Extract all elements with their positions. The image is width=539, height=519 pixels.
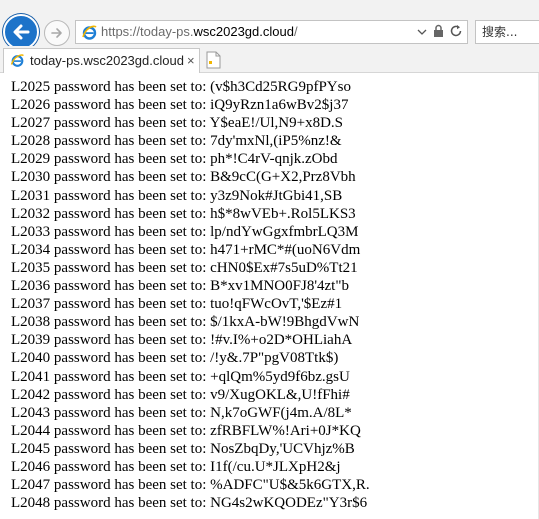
password-log-line: L2030 password has been set to: B&9cC(G+… [11,169,356,186]
password-log-line: L2048 password has been set to: NG4s2wKQ… [11,495,368,512]
address-input[interactable]: https://today-ps.wsc2023gd.cloud/ [75,20,468,44]
password-log-line: L2033 password has been set to: lp/ndYwG… [11,223,359,240]
password-log-line: L2034 password has been set to: h471+rMC… [11,241,361,258]
password-log-line: L2043 password has been set to: N,k7oGWF… [11,404,352,421]
password-log-line: L2047 password has been set to: %ADFC"U$… [11,477,370,494]
back-button[interactable] [3,14,39,50]
password-log-line: L2044 password has been set to: zfRBFLW%… [11,422,361,439]
password-log-line: L2041 password has been set to: +qlQm%5y… [11,368,350,385]
password-log-line: L2036 password has been set to: B*xv1MNO… [11,278,349,295]
tab-close-button[interactable]: × [187,53,195,69]
password-log-line: L2032 password has been set to: h$*8wVEb… [11,205,356,222]
ie-logo-icon [82,25,97,40]
password-log-line: L2046 password has been set to: I1f(/cu.… [11,458,341,475]
password-log-line: L2040 password has been set to: /!y&.7P"… [11,350,339,367]
password-log-line: L2025 password has been set to: (v$h3Cd2… [11,79,351,95]
search-placeholder: 搜索... [482,25,518,39]
password-log-line: L2042 password has been set to: v9/XugOK… [11,386,350,403]
ie-tab-icon [10,54,24,67]
password-log-line: L2026 password has been set to: iQ9yRzn1… [11,97,349,114]
password-log-line: L2031 password has been set to: y3z9Nok#… [11,187,343,204]
password-log-line: L2037 password has been set to: tuo!qFWc… [11,296,343,313]
active-tab[interactable]: today-ps.wsc2023gd.cloud × [3,48,200,73]
url-text: https://today-ps.wsc2023gd.cloud/ [101,24,298,40]
search-input[interactable]: 搜索... [475,20,539,44]
password-log-line: L2038 password has been set to: $/1kxA-b… [11,314,360,331]
refresh-icon[interactable] [450,24,463,38]
lock-icon[interactable] [433,24,444,38]
password-log-line: L2029 password has been set to: ph*!C4rV… [11,151,338,168]
address-tools [417,24,463,38]
password-log-line: L2027 password has been set to: Y$eaE!/U… [11,115,344,132]
dropdown-icon[interactable] [417,24,427,38]
password-log-line: L2028 password has been set to: 7dy'mxNl… [11,133,342,150]
tab-strip: today-ps.wsc2023gd.cloud × [0,46,539,73]
new-tab-icon[interactable] [205,51,222,69]
tab-title: today-ps.wsc2023gd.cloud [30,53,184,68]
url-suffix: / [293,24,298,39]
password-log-line: L2035 password has been set to: cHN0$Ex#… [11,259,358,276]
forward-arrow-icon [51,28,62,38]
page-content: L2025 password has been set to: (v$h3Cd2… [11,78,539,512]
password-log-line: L2039 password has been set to: !#v.I%+o… [11,332,353,349]
url-prefix: https://today-ps. [101,24,194,39]
url-domain: wsc2023gd.cloud [193,24,294,39]
back-arrow-icon [13,24,30,40]
password-log-line: L2045 password has been set to: NosZbqDy… [11,440,355,457]
address-bar-row: https://today-ps.wsc2023gd.cloud/ 搜索... [0,0,539,50]
forward-button[interactable] [44,20,70,46]
